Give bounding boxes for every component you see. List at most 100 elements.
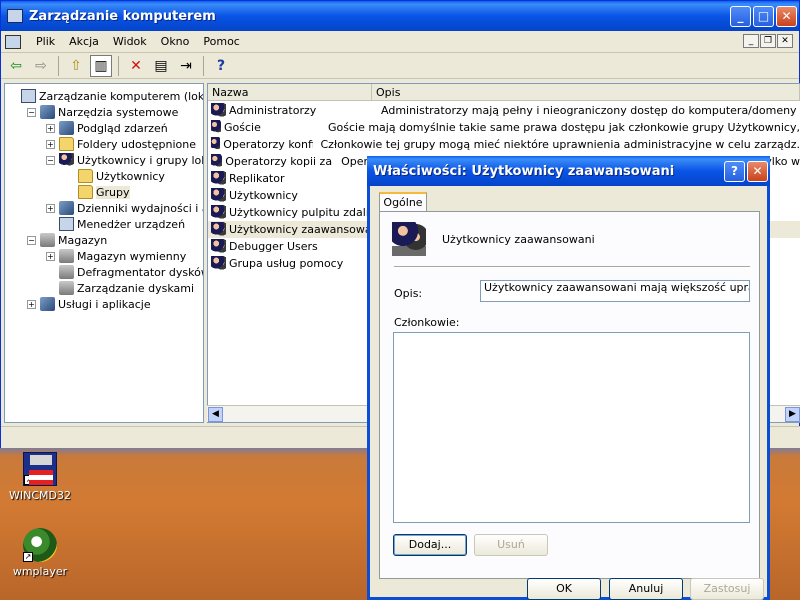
device-manager-icon [59,217,74,231]
performance-icon [59,201,74,215]
folder-open-icon [78,185,93,199]
forward-arrow-icon[interactable]: ⇨ [30,55,52,77]
menu-pomoc[interactable]: Pomoc [196,35,246,48]
tree-item[interactable]: Zarządzanie dyskami [46,280,194,296]
desktop-icon-wincmd32[interactable]: ↗ WINCMD32 [0,452,80,502]
expand-icon[interactable]: + [46,203,55,213]
tree-item[interactable]: Użytkownicy [65,168,165,184]
remove-member-button[interactable]: Usuń [474,534,548,556]
console-tree[interactable]: Zarządzanie komputerem (lokalne)−Narzędz… [4,83,204,423]
toolbar-separator [118,55,119,76]
user-group-icon [211,120,221,135]
group-description-cell: Administratorzy mają pełny i nieogranicz… [381,104,797,117]
defrag-icon [59,265,74,279]
tab-general[interactable]: Ogólne [379,192,427,212]
tree-item-label: Zarządzanie dyskami [77,281,195,295]
cancel-button[interactable]: Anuluj [609,578,683,600]
tree-item[interactable]: + Podgląd zdarzeń [46,120,168,136]
toolbar: ⇦ ⇨ ⇧ ▥ ✕ ▤ ⇥ ? [1,53,799,79]
members-label: Członkowie: [394,316,460,329]
desktop-icon-label: wmplayer [12,565,68,578]
dialog-help-button[interactable]: ? [724,160,745,182]
expand-icon[interactable]: + [46,123,55,133]
minimize-button[interactable]: _ [730,5,751,27]
add-member-button[interactable]: Dodaj... [393,534,467,556]
mdi-close-button[interactable]: ✕ [777,34,793,48]
tree-item-label: Foldery udostępnione [77,137,196,151]
user-group-icon [211,188,226,203]
user-group-icon [392,222,426,256]
dialog-close-button[interactable]: ✕ [747,160,768,182]
list-header: Nazwa Opis [208,84,800,101]
group-name-cell: Użytkownicy pulpitu zdalnego [229,206,373,219]
group-name-cell: Operatorzy kopii zapasowych [225,155,333,168]
expand-icon[interactable]: + [46,139,55,149]
apply-button[interactable]: Zastosuj [690,578,764,600]
tree-item-label: Defragmentator dysków [77,265,204,279]
services-icon [40,297,55,311]
tree-item[interactable]: Grupy [65,184,130,200]
user-group-icon [211,222,226,237]
members-list[interactable] [393,332,750,523]
scroll-left-arrow-icon[interactable]: ◀ [208,407,223,422]
tree-item-label: Użytkownicy [96,169,165,183]
tree-item[interactable]: + Magazyn wymienny [46,248,186,264]
tree-item[interactable]: + Usługi i aplikacje [27,296,151,312]
expand-icon[interactable]: + [46,251,55,261]
group-name-cell: Operatorzy konfiguracji sieci [223,138,312,151]
desktop-icon-wmplayer[interactable]: ↗ wmplayer [0,528,80,578]
maximize-button[interactable]: □ [753,5,774,27]
tree-item[interactable]: − Narzędzia systemowe [27,104,178,120]
window-titlebar[interactable]: Zarządzanie komputerem _ □ ✕ [1,1,799,31]
list-row[interactable]: Administratorzy Administratorzy mają pełn… [208,102,800,119]
export-list-icon[interactable]: ⇥ [175,55,197,77]
menu-okno[interactable]: Okno [154,35,197,48]
window-title: Zarządzanie komputerem [29,8,216,24]
description-field[interactable]: Użytkownicy zaawansowani mają większość … [480,280,750,302]
group-description-cell: Członkowie tej grupy mogą mieć niektóre … [320,138,800,151]
tools-icon [40,105,55,119]
up-folder-icon[interactable]: ⇧ [65,55,87,77]
tree-item-label: Dzienniki wydajności i alerty [77,201,203,215]
user-group-icon [211,239,226,254]
properties-icon[interactable]: ▤ [150,55,172,77]
ok-button[interactable]: OK [527,578,601,600]
help-icon[interactable]: ? [210,55,232,77]
tree-item[interactable]: Defragmentator dysków [46,264,204,280]
mdi-minimize-button[interactable]: _ [743,34,759,48]
tree-item[interactable]: − Użytkownicy i grupy lokalne [46,152,203,168]
menubar: Plik Akcja Widok Okno Pomoc _ ❐ ✕ [1,31,799,53]
menu-plik[interactable]: Plik [29,35,62,48]
group-properties-dialog: Właściwości: Użytkownicy zaawansowani ? … [367,156,770,600]
show-hide-tree-icon[interactable]: ▥ [90,54,112,77]
tree-item[interactable]: − Magazyn [27,232,107,248]
tree-item[interactable]: + Foldery udostępnione [46,136,196,152]
column-header-name[interactable]: Nazwa [208,84,372,100]
user-group-icon [211,137,221,152]
tree-item[interactable]: + Dzienniki wydajności i alerty [46,200,203,216]
tree-item-label: Magazyn wymienny [77,249,187,263]
menu-akcja[interactable]: Akcja [62,35,106,48]
folder-icon [78,169,93,183]
collapse-icon[interactable]: − [27,107,36,117]
media-player-icon: ↗ [23,528,57,562]
expand-icon[interactable]: + [27,299,36,309]
list-row[interactable]: Operatorzy konfiguracji sieci Członkowie … [208,136,800,153]
list-row[interactable]: Goście Goście mają domyślnie takie same p… [208,119,800,136]
mmc-document-icon[interactable] [5,34,21,49]
dialog-titlebar[interactable]: Właściwości: Użytkownicy zaawansowani ? … [367,156,770,186]
tree-item[interactable]: Menedżer urządzeń [46,216,185,232]
group-name-cell: Replikator [229,172,285,185]
mdi-restore-button[interactable]: ❐ [760,34,776,48]
tree-item-label: Magazyn [58,233,108,247]
tree-item[interactable]: Zarządzanie komputerem (lokalne) [8,88,203,104]
back-arrow-icon[interactable]: ⇦ [5,55,27,77]
menu-widok[interactable]: Widok [106,35,154,48]
floppy-disk-icon: ↗ [23,452,57,486]
delete-icon[interactable]: ✕ [125,55,147,77]
scroll-right-arrow-icon[interactable]: ▶ [785,407,800,422]
close-button[interactable]: ✕ [776,5,797,27]
collapse-icon[interactable]: − [27,235,36,245]
column-header-description[interactable]: Opis [372,84,800,100]
collapse-icon[interactable]: − [46,155,55,165]
